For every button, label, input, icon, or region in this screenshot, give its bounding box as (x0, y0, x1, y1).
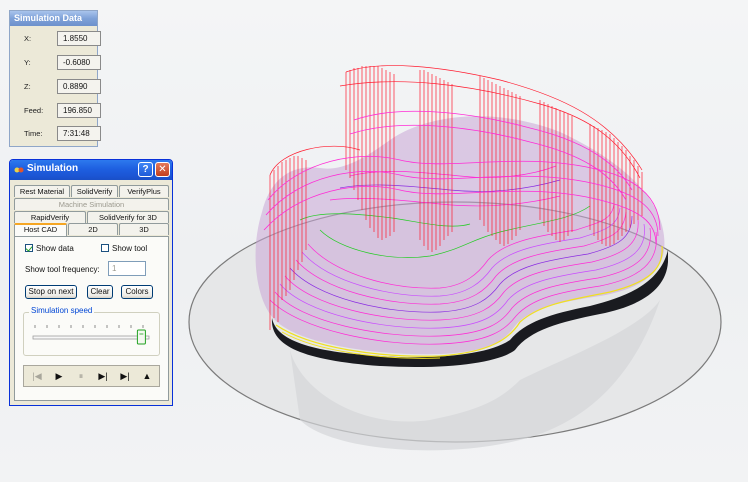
tab-verifyplus[interactable]: VerifyPlus (119, 185, 169, 197)
show-tool-box (101, 244, 109, 252)
time-label: Time: (24, 129, 43, 138)
tab-machine-simulation: Machine Simulation (14, 198, 169, 210)
help-button[interactable]: ? (138, 162, 153, 177)
slider-thumb[interactable] (136, 329, 146, 345)
eject-icon[interactable]: ▲ (138, 369, 156, 383)
playback-controls: |◀ ▶ ⏸ ▶| ▶| ▲ (23, 365, 160, 387)
z-row: Z: 0.8890 (10, 79, 101, 95)
tab-rapidverify[interactable]: RapidVerify (14, 211, 86, 223)
show-data-checkbox[interactable]: Show data (25, 244, 74, 253)
y-label: Y: (24, 58, 31, 67)
tab-2d[interactable]: 2D (68, 223, 118, 235)
show-data-checkmark (25, 244, 33, 252)
x-label: X: (24, 34, 32, 43)
tab-solidverify[interactable]: SolidVerify (71, 185, 118, 197)
time-value: 7:31:48 (57, 126, 101, 141)
simulation-speed-label: Simulation speed (29, 306, 95, 315)
tab-host-cad[interactable]: Host CAD (14, 223, 67, 236)
feed-label: Feed: (24, 106, 44, 115)
x-value: 1.8550 (57, 31, 101, 46)
simulation-dialog: Simulation ? ✕ Rest Material SolidVerify… (9, 159, 173, 406)
z-label: Z: (24, 82, 31, 91)
play-icon[interactable]: ▶ (50, 369, 68, 383)
slider-ticks (34, 325, 144, 328)
time-row: Time: 7:31:48 (10, 126, 101, 142)
close-button[interactable]: ✕ (155, 162, 170, 177)
show-tool-frequency-input[interactable]: 1 (108, 261, 146, 276)
skip-to-end-icon[interactable]: ▶| (116, 369, 134, 383)
y-row: Y: -0.6080 (10, 55, 101, 71)
host-cad-tab-page: Show data Show tool Show tool frequency:… (14, 236, 169, 401)
step-forward-icon[interactable]: ▶| (94, 369, 112, 383)
skip-to-start-icon[interactable]: |◀ (28, 369, 46, 383)
tab-3d[interactable]: 3D (119, 223, 169, 235)
clear-button[interactable]: Clear (87, 285, 113, 299)
simulation-app-icon (14, 167, 24, 173)
simulation-title: Simulation (27, 163, 79, 174)
simulation-data-panel: Simulation Data X: 1.8550 Y: -0.6080 Z: … (9, 10, 101, 147)
slider-track (32, 335, 150, 340)
show-tool-checkbox[interactable]: Show tool (101, 244, 147, 253)
z-value: 0.8890 (57, 79, 101, 94)
pause-icon[interactable]: ⏸ (72, 369, 90, 383)
show-data-label: Show data (36, 244, 74, 253)
simulation-speed-slider[interactable] (31, 322, 155, 350)
x-row: X: 1.8550 (10, 31, 101, 47)
stop-on-next-button[interactable]: Stop on next (25, 285, 77, 299)
show-tool-label: Show tool (112, 244, 148, 253)
feed-row: Feed: 196.850 (10, 103, 101, 119)
tab-rest-material[interactable]: Rest Material (14, 185, 70, 197)
show-tool-frequency-label: Show tool frequency: (25, 265, 100, 274)
simulation-data-title: Simulation Data (10, 11, 97, 26)
y-value: -0.6080 (57, 55, 101, 70)
tab-solidverify-for-3d[interactable]: SolidVerify for 3D (87, 211, 169, 223)
feed-value: 196.850 (57, 103, 101, 118)
colors-button[interactable]: Colors (121, 285, 153, 299)
simulation-titlebar[interactable]: Simulation ? ✕ (10, 160, 172, 180)
